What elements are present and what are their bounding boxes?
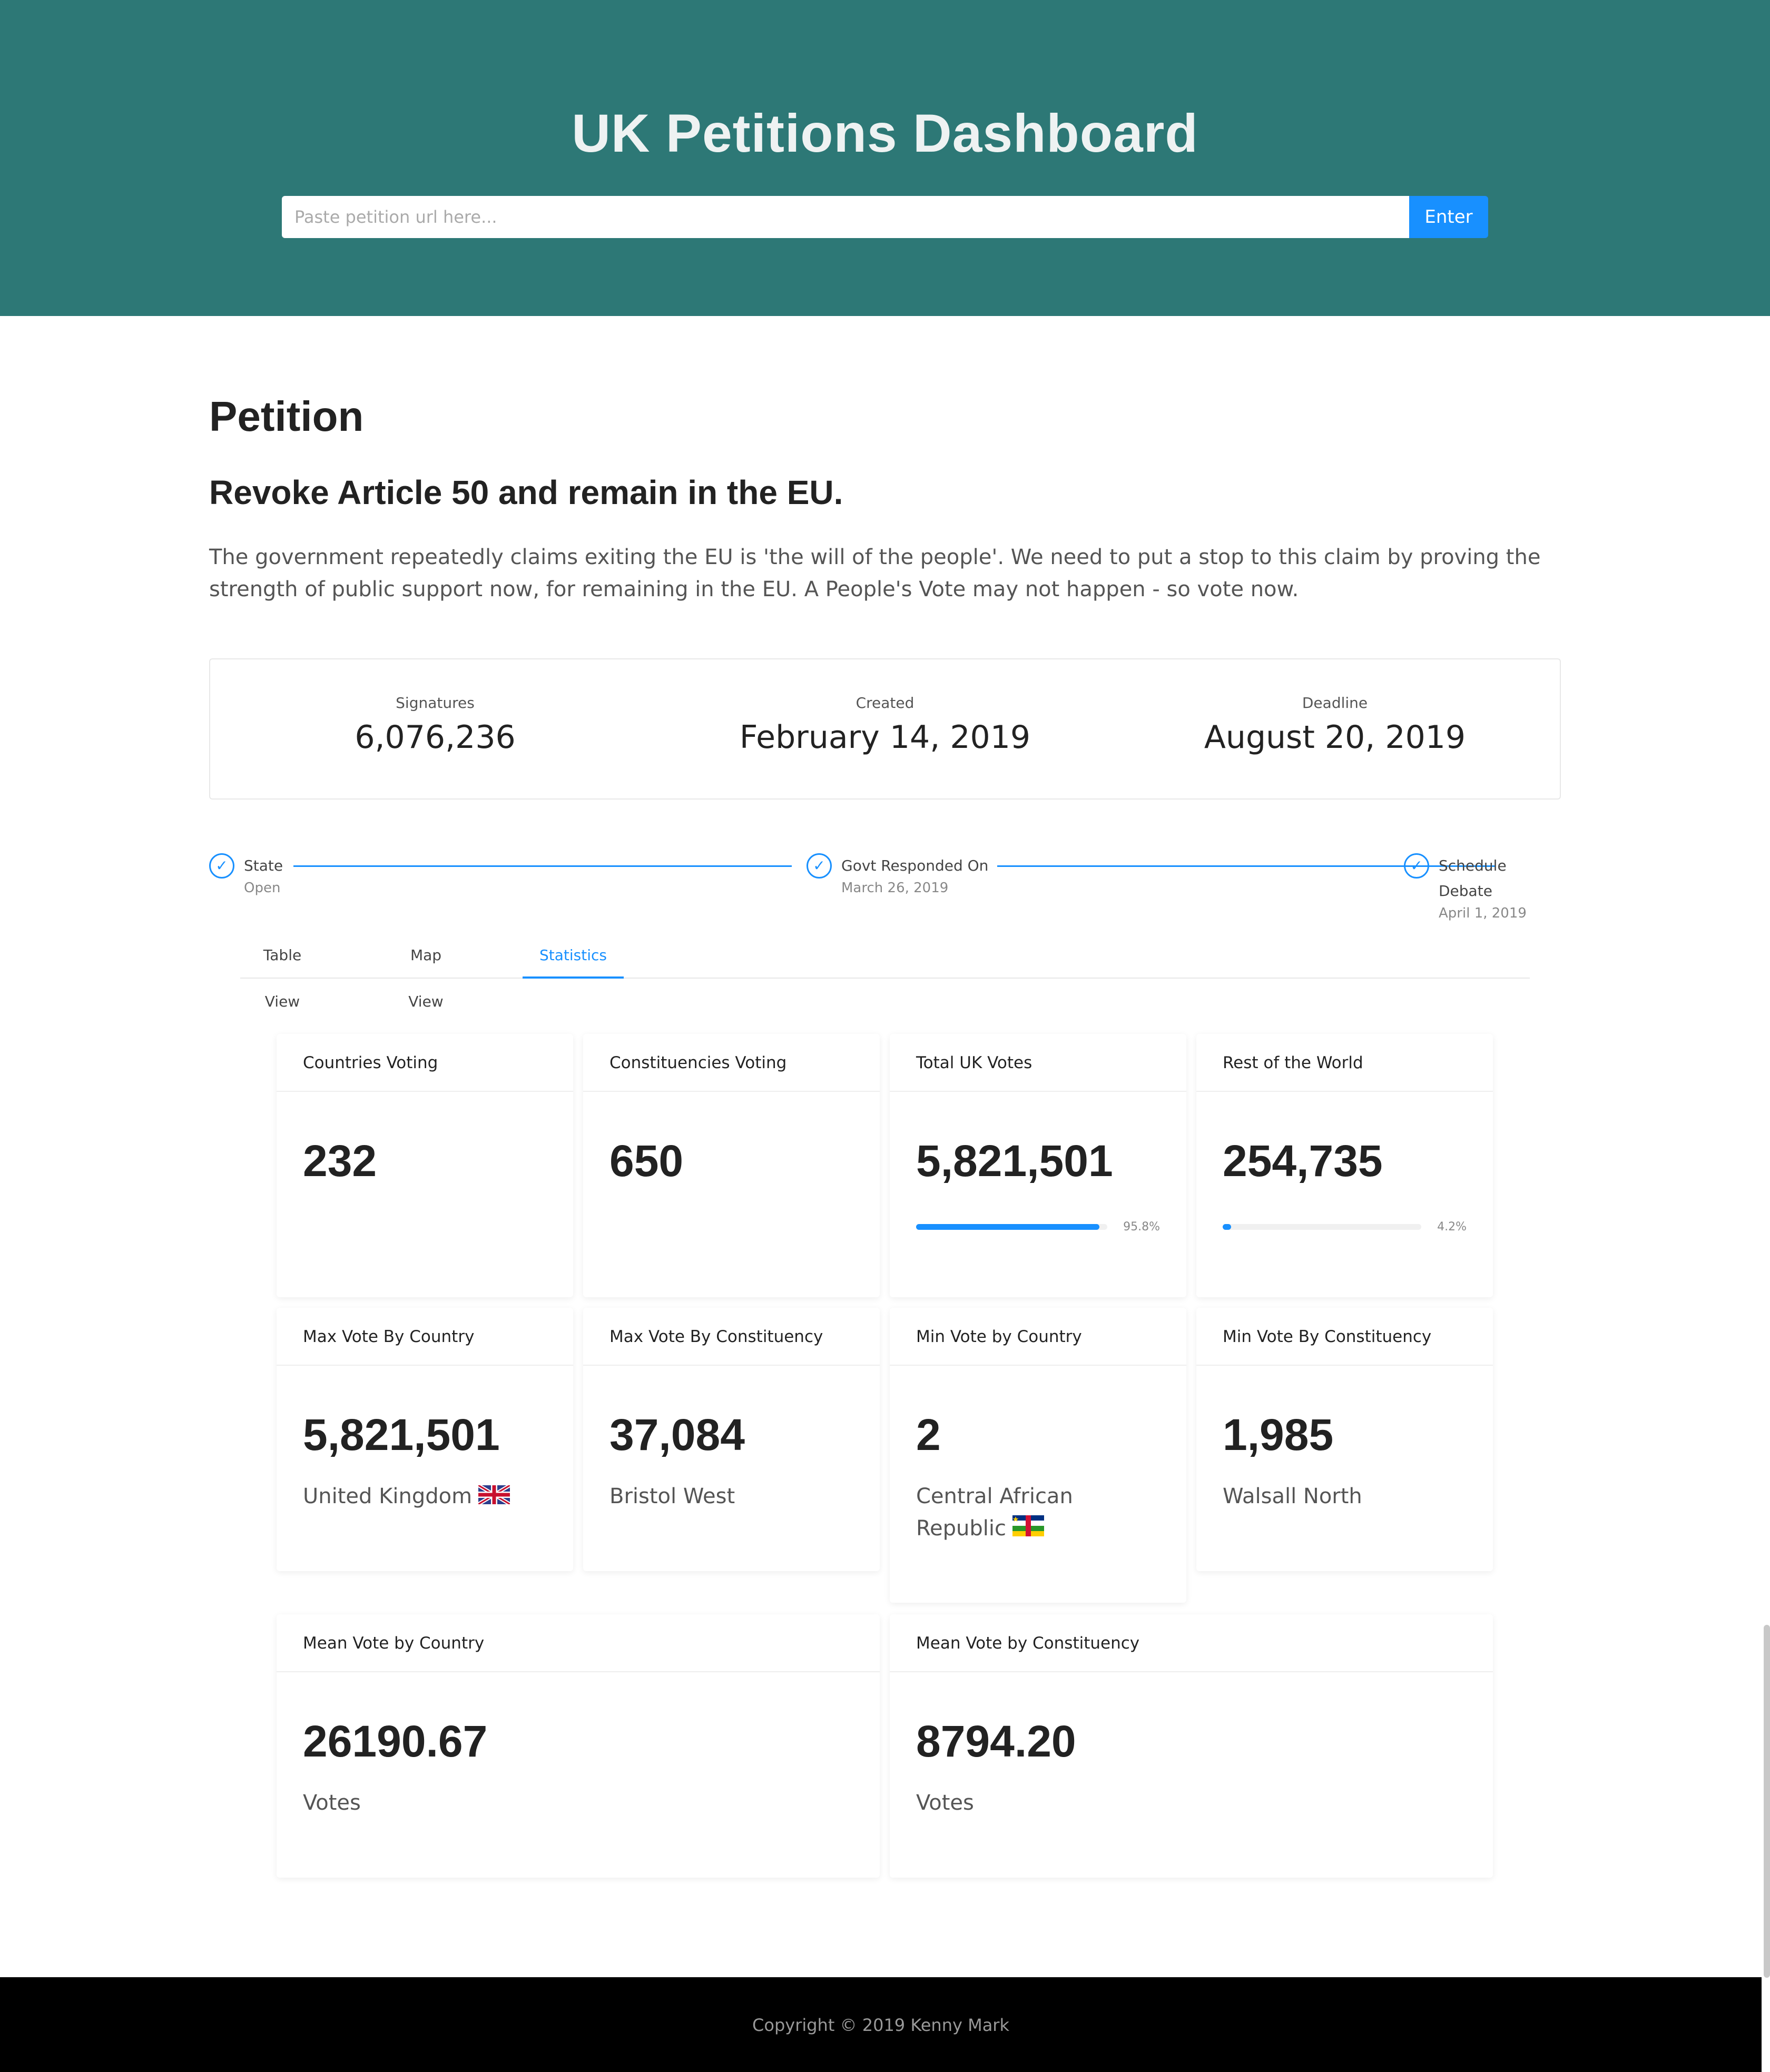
min-vote-constituency-card: Min Vote By Constituency 1,985 Walsall N… [1196,1308,1493,1571]
summary-card: Signatures 6,076,236 Created February 14… [209,658,1561,800]
uk-votes-progress: 95.8% [916,1220,1160,1234]
card-value: 1,985 [1223,1410,1334,1459]
check-icon: ✓ [807,853,832,879]
tab-map-view[interactable]: Map View [393,932,459,1010]
step-title: Govt Responded On [841,857,989,874]
card-subtitle: United Kingdom [303,1481,547,1514]
card-title: Mean Vote by Constituency [890,1614,1493,1672]
card-subtitle: Central African Republic [916,1481,1095,1546]
deadline-summary: Deadline August 20, 2019 [1110,659,1560,798]
progress-fill [916,1224,1099,1230]
total-uk-votes-card: Total UK Votes 5,821,501 95.8% [890,1034,1186,1297]
step-desc: April 1, 2019 [1439,905,1527,921]
card-value: 232 [303,1136,377,1186]
step-title: State [244,857,283,874]
card-subtitle: Bristol West [609,1484,735,1508]
card-subtitle: Walsall North [1223,1484,1362,1508]
car-flag-icon [1012,1514,1044,1546]
progress-label: 4.2% [1437,1220,1467,1234]
step-schedule-debate: ✓ Schedule Debate April 1, 2019 [1404,853,1561,923]
card-title: Constituencies Voting [583,1034,880,1092]
step-govt-responded: ✓ Govt Responded On March 26, 2019 [807,853,988,897]
step-state: ✓ State Open [209,853,283,897]
view-tabs: Table View Map View Statistics [240,932,1530,1010]
search-bar: Enter [282,196,1488,238]
check-icon: ✓ [209,853,234,879]
card-value: 37,084 [609,1410,745,1459]
card-value: 254,735 [1223,1136,1383,1186]
card-value: 5,821,501 [303,1410,500,1459]
progress-label: 95.8% [1123,1220,1160,1234]
check-icon: ✓ [1404,853,1429,879]
section-title: Petition [209,393,364,440]
page-footer: Copyright © 2019 Kenny Mark [0,1977,1762,2072]
country-name: United Kingdom [303,1484,473,1508]
constituencies-voting-card: Constituencies Voting 650 [583,1034,880,1297]
created-value: February 14, 2019 [739,719,1031,756]
max-vote-country-card: Max Vote By Country 5,821,501 United Kin… [277,1308,573,1571]
step-desc: Open [244,880,281,896]
uk-flag-icon [477,1482,511,1514]
card-subtitle: Votes [303,1791,361,1815]
enter-button[interactable]: Enter [1409,196,1488,238]
petition-name: Revoke Article 50 and remain in the EU. [209,473,843,511]
signatures-label: Signatures [396,694,475,712]
scrollbar[interactable] [1764,1625,1770,1978]
created-summary: Created February 14, 2019 [660,659,1110,798]
petition-url-input[interactable] [282,196,1409,238]
country-name: Central African Republic [916,1484,1073,1541]
card-title: Mean Vote by Country [277,1614,880,1672]
tab-statistics[interactable]: Statistics [523,932,624,979]
progress-fill [1223,1224,1231,1230]
tab-table-view[interactable]: Table View [245,932,319,1010]
card-value: 5,821,501 [916,1136,1113,1186]
deadline-label: Deadline [1302,694,1368,712]
card-title: Countries Voting [277,1034,573,1092]
petition-description: The government repeatedly claims exiting… [209,545,1541,601]
app-title: UK Petitions Dashboard [572,103,1198,163]
deadline-value: August 20, 2019 [1204,719,1466,756]
card-title: Max Vote By Country [277,1308,573,1366]
progress-track [916,1224,1108,1230]
step-desc: March 26, 2019 [841,880,949,896]
card-title: Rest of the World [1196,1034,1493,1092]
signatures-summary: Signatures 6,076,236 [210,659,660,798]
card-subtitle: Votes [916,1791,974,1815]
step-title: Schedule Debate [1439,857,1507,900]
countries-voting-card: Countries Voting 232 [277,1034,573,1297]
card-title: Max Vote By Constituency [583,1308,880,1366]
card-value: 8794.20 [916,1716,1076,1766]
mean-vote-constituency-card: Mean Vote by Constituency 8794.20 Votes [890,1614,1493,1878]
mean-vote-country-card: Mean Vote by Country 26190.67 Votes [277,1614,880,1878]
card-title: Min Vote By Constituency [1196,1308,1493,1366]
world-votes-progress: 4.2% [1223,1220,1467,1234]
copyright-text: Copyright © 2019 Kenny Mark [752,2015,1009,2035]
rest-of-world-card: Rest of the World 254,735 4.2% [1196,1034,1493,1297]
card-value: 2 [916,1410,941,1459]
card-value: 26190.67 [303,1716,488,1766]
progress-track [1223,1224,1422,1230]
min-vote-country-card: Min Vote by Country 2 Central African Re… [890,1308,1186,1603]
card-title: Total UK Votes [890,1034,1186,1092]
created-label: Created [856,694,914,712]
step-connector [293,865,792,867]
page-header: UK Petitions Dashboard Enter [0,0,1770,316]
max-vote-constituency-card: Max Vote By Constituency 37,084 Bristol … [583,1308,880,1571]
card-value: 650 [609,1136,684,1186]
status-steps: ✓ State Open ✓ Govt Responded On March 2… [209,853,1561,921]
card-title: Min Vote by Country [890,1308,1186,1366]
signatures-value: 6,076,236 [355,719,516,756]
